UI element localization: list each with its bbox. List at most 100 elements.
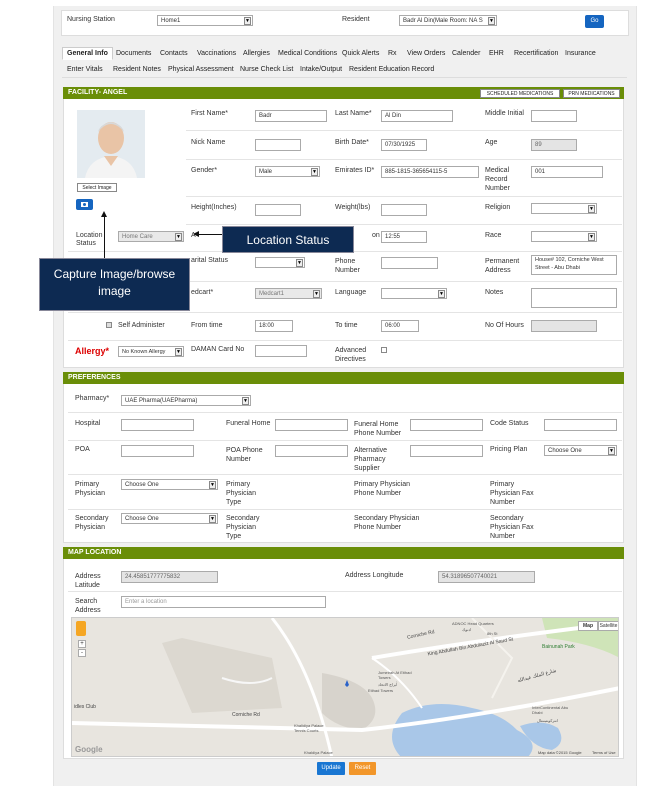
from-time-label: From time xyxy=(191,322,223,329)
self-administer-checkbox[interactable] xyxy=(106,322,112,328)
resident-select[interactable]: Badr Al Din(Male Room: NA S ▼ xyxy=(399,15,497,26)
map-label-arabic-adnoc: ادنوك xyxy=(462,627,472,632)
hospital-input[interactable] xyxy=(121,419,194,431)
tab-allergies[interactable]: Allergies xyxy=(243,50,270,57)
time-input[interactable]: 12:55 xyxy=(381,231,427,243)
tab-ehr[interactable]: EHR xyxy=(489,50,504,57)
select-image-button[interactable]: Select Image xyxy=(77,183,117,192)
reset-button[interactable]: Reset xyxy=(349,762,376,775)
tab-calender[interactable]: Calender xyxy=(452,50,480,57)
race-label: Race xyxy=(485,232,502,239)
funeral-phone-input[interactable] xyxy=(410,419,483,431)
pricing-plan-select[interactable]: Choose One ▼ xyxy=(544,445,617,456)
to-time-input[interactable]: 06:00 xyxy=(381,320,419,332)
tab-insurance[interactable]: Insurance xyxy=(565,50,596,57)
medcart-select[interactable]: Medcart1 ▼ xyxy=(255,288,322,299)
tab-view-orders[interactable]: View Orders xyxy=(407,50,445,57)
phone-input[interactable] xyxy=(381,257,438,269)
tab-intake-output[interactable]: Intake/Output xyxy=(300,66,342,73)
code-status-input[interactable] xyxy=(544,419,617,431)
marital-status-select[interactable]: ▼ xyxy=(255,257,305,268)
map-label-khalidiya: Khalidiya Palace Tennis Courts xyxy=(294,723,324,733)
tab-enter-vitals[interactable]: Enter Vitals xyxy=(67,66,103,73)
birth-date-input[interactable]: 07/30/1925 xyxy=(381,139,427,151)
alt-pharmacy-input[interactable] xyxy=(410,445,483,457)
middle-initial-label: Middle Initial xyxy=(485,110,524,117)
language-label: Language xyxy=(335,289,367,296)
language-select[interactable]: ▼ xyxy=(381,288,447,299)
prn-medications-button[interactable]: PRN MEDICATIONS xyxy=(563,89,620,98)
height-input[interactable] xyxy=(255,204,301,216)
nursing-station-select[interactable]: Home1 ▼ xyxy=(157,15,253,26)
from-time-input[interactable]: 18:00 xyxy=(255,320,293,332)
tab-contacts[interactable]: Contacts xyxy=(160,50,188,57)
weight-input[interactable] xyxy=(381,204,427,216)
allergy-select[interactable]: No Known Allergy ▼ xyxy=(118,346,184,357)
tab-medical-conditions[interactable]: Medical Conditions xyxy=(278,50,337,57)
map-label-khaldiya-palace: Khaldiya Palace xyxy=(304,750,333,755)
map-label-corniche-2: Corniche Rd xyxy=(232,712,260,718)
zoom-out-button[interactable]: - xyxy=(78,649,86,657)
primary-physician-select[interactable]: Choose One ▼ xyxy=(121,479,218,490)
scheduled-medications-button[interactable]: SCHEDULED MEDICATIONS xyxy=(480,89,560,98)
tab-physical-assessment[interactable]: Physical Assessment xyxy=(168,66,234,73)
primary-physician-phone-label: Primary Physician Phone Number xyxy=(354,481,411,497)
camera-button[interactable] xyxy=(76,199,93,210)
phone-label: Phone Number xyxy=(335,258,360,274)
tab-resident-notes[interactable]: Resident Notes xyxy=(113,66,161,73)
race-select[interactable]: ▼ xyxy=(531,231,597,242)
advance-directives-checkbox[interactable] xyxy=(381,347,387,353)
first-name-label: First Name* xyxy=(191,110,228,117)
poa-phone-input[interactable] xyxy=(275,445,348,457)
tab-rx[interactable]: Rx xyxy=(388,50,397,57)
update-button[interactable]: Update xyxy=(317,762,345,775)
chevron-down-icon: ▼ xyxy=(313,290,320,298)
tab-documents[interactable]: Documents xyxy=(116,50,151,57)
tab-quick-alerts[interactable]: Quick Alerts xyxy=(342,50,379,57)
location-status-label: Location Status xyxy=(76,232,103,247)
funeral-home-input[interactable] xyxy=(275,419,348,431)
nick-name-input[interactable] xyxy=(255,139,301,151)
search-address-input[interactable]: Enter a location xyxy=(121,596,326,608)
medical-record-input[interactable]: 001 xyxy=(531,166,603,178)
gender-label: Gender* xyxy=(191,167,218,174)
to-time-label: To time xyxy=(335,322,358,329)
secondary-physician-phone-label: Secondary Physician Phone Number xyxy=(354,515,420,531)
zoom-in-button[interactable]: + xyxy=(78,640,86,648)
map-view[interactable]: + - Map Satellite ADNOC Head Quarters اد… xyxy=(71,617,619,757)
code-status-label: Code Status xyxy=(490,420,529,427)
permanent-address-input[interactable]: House# 102, Corniche West Street - Abu D… xyxy=(531,255,617,275)
religion-select[interactable]: ▼ xyxy=(531,203,597,214)
location-status-select[interactable]: Home Care ▼ xyxy=(118,231,184,242)
daman-input[interactable] xyxy=(255,345,307,357)
tab-resident-education-record[interactable]: Resident Education Record xyxy=(349,66,434,73)
self-administer-label: Self Administer xyxy=(118,322,165,329)
nick-name-label: Nick Name xyxy=(191,139,226,146)
advance-directives-label: Advanced Directives xyxy=(335,347,367,363)
last-name-input[interactable]: Al Din xyxy=(381,110,453,122)
chevron-down-icon: ▼ xyxy=(588,205,595,213)
latitude-field: 24.45851777775832 xyxy=(121,571,218,583)
pharmacy-select[interactable]: UAE Pharma(UAEPharma) ▼ xyxy=(121,395,251,406)
gender-select[interactable]: Male ▼ xyxy=(255,166,320,177)
go-button[interactable]: Go xyxy=(585,15,604,28)
emirates-id-input[interactable]: 885-1815-365654115-5 xyxy=(381,166,479,178)
middle-initial-input[interactable] xyxy=(531,110,577,122)
secondary-physician-select[interactable]: Choose One ▼ xyxy=(121,513,218,524)
first-name-input[interactable]: Badr xyxy=(255,110,327,122)
tab-nurse-check-list[interactable]: Nurse Check List xyxy=(240,66,293,73)
capture-arrow-line xyxy=(104,214,105,258)
resident-photo xyxy=(77,110,145,178)
map-type-button[interactable]: Map xyxy=(578,621,598,631)
notes-input[interactable] xyxy=(531,288,617,308)
satellite-type-button[interactable]: Satellite xyxy=(598,621,618,631)
tab-vaccinations[interactable]: Vaccinations xyxy=(197,50,236,57)
tab-recertification[interactable]: Recertification xyxy=(514,50,558,57)
poa-input[interactable] xyxy=(121,445,194,457)
pegman-icon[interactable] xyxy=(76,621,86,636)
capture-arrow-head xyxy=(101,211,107,217)
tab-general-info[interactable]: General Info xyxy=(62,47,113,60)
pharmacy-label: Pharmacy* xyxy=(75,395,110,402)
medical-record-label: Medical Record Number xyxy=(485,167,510,192)
map-terms-link[interactable]: Terms of Use xyxy=(592,750,616,755)
